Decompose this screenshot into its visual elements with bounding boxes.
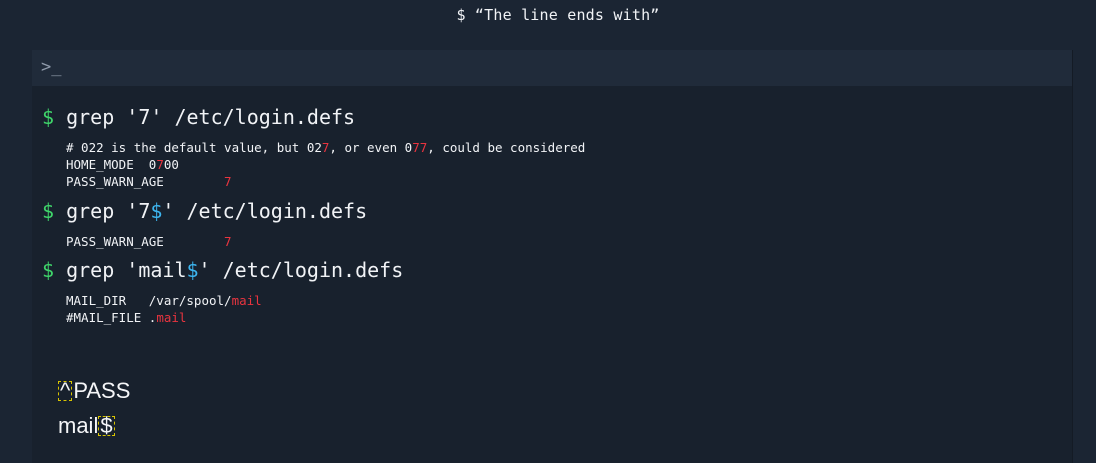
- regex-pattern-end: mail$: [58, 413, 116, 439]
- terminal-window: >_ $ grep '7' /etc/login.defs # 022 is t…: [32, 50, 1073, 463]
- match-highlight: mail: [231, 293, 262, 308]
- terminal-prompt-icon: >_: [41, 57, 62, 77]
- command-text: ' /etc/login.defs: [162, 199, 368, 223]
- regex-pattern-start: ^ PASS: [58, 378, 130, 404]
- regex-pattern-text: PASS: [73, 378, 131, 403]
- regex-anchor: $: [186, 258, 199, 282]
- output-line: PASS_WARN_AGE 7: [66, 174, 232, 189]
- output-line: #MAIL_FILE .mail: [66, 310, 187, 325]
- slide: $ “The line ends with” >_ $ grep '7' /et…: [0, 0, 1096, 463]
- match-highlight: 77: [412, 140, 428, 155]
- output-line: # 022 is the default value, but 027, or …: [66, 140, 586, 155]
- match-highlight: 7: [224, 174, 232, 189]
- regex-dollar-box: $: [98, 413, 115, 438]
- terminal-body: $ grep '7' /etc/login.defs # 022 is the …: [32, 86, 1072, 463]
- prompt-dollar: $: [42, 199, 55, 223]
- match-highlight: 7: [224, 234, 232, 249]
- terminal-header: >_: [32, 50, 1072, 86]
- prompt-dollar: $: [42, 258, 55, 282]
- output-line: MAIL_DIR /var/spool/mail: [66, 293, 262, 308]
- regex-caret-box: ^: [58, 378, 73, 403]
- output-line: HOME_MODE 0700: [66, 157, 179, 172]
- match-highlight: mail: [156, 310, 187, 325]
- regex-anchor: $: [150, 199, 163, 223]
- command-text: grep 'mail: [54, 258, 187, 282]
- regex-pattern-text: mail: [58, 413, 99, 438]
- command-text: ' /etc/login.defs: [150, 105, 356, 129]
- command-text: grep '7: [54, 199, 151, 223]
- output-line: PASS_WARN_AGE 7: [66, 234, 232, 249]
- command-text: grep '7: [54, 105, 151, 129]
- command-line: $ grep 'mail$' /etc/login.defs: [42, 258, 403, 282]
- prompt-dollar: $: [42, 105, 55, 129]
- match-highlight: 7: [156, 157, 164, 172]
- command-text: ' /etc/login.defs: [198, 258, 404, 282]
- slide-title: $ “The line ends with”: [456, 6, 660, 24]
- command-line: $ grep '7$' /etc/login.defs: [42, 199, 367, 223]
- command-line: $ grep '7' /etc/login.defs: [42, 105, 355, 129]
